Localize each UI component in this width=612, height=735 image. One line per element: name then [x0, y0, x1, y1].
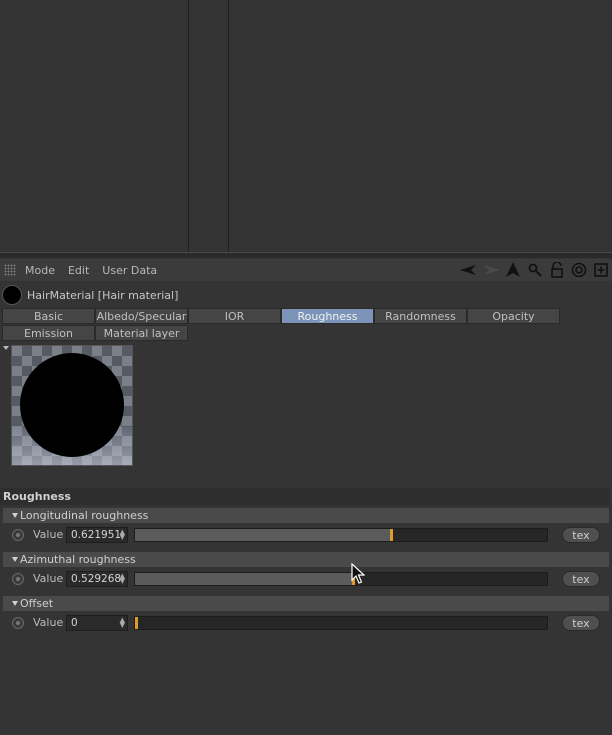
- param-label: Value: [33, 572, 64, 585]
- menu-edit[interactable]: Edit: [68, 264, 89, 277]
- animate-radio-icon[interactable]: [12, 529, 24, 541]
- tab-ior[interactable]: IOR: [188, 308, 281, 324]
- param-row: Value 0.529268 ▲ ▼ tex: [3, 568, 609, 590]
- group-offset[interactable]: Offset: [3, 596, 609, 611]
- value-field[interactable]: 0.529268 ▲ ▼: [66, 571, 128, 587]
- spinner-arrows-icon[interactable]: ▲ ▼: [120, 529, 125, 541]
- spinner-arrows-icon[interactable]: ▲ ▼: [120, 617, 125, 629]
- mouse-cursor-icon: [351, 563, 365, 584]
- tab-basic[interactable]: Basic: [2, 308, 95, 324]
- tex-button[interactable]: tex: [562, 615, 600, 631]
- target-icon[interactable]: [570, 261, 588, 279]
- material-preview[interactable]: [11, 345, 133, 466]
- animate-radio-icon[interactable]: [12, 617, 24, 629]
- section-title: Roughness: [0, 488, 610, 505]
- menu-user-data[interactable]: User Data: [102, 264, 157, 277]
- material-swatch-icon: [2, 285, 22, 305]
- value-field[interactable]: 0.621951 ▲ ▼: [66, 527, 128, 543]
- slider-handle[interactable]: [135, 617, 138, 629]
- value-slider[interactable]: [134, 528, 548, 542]
- group-longitudinal-roughness[interactable]: Longitudinal roughness: [3, 508, 609, 523]
- material-header: HairMaterial [Hair material]: [0, 284, 612, 306]
- new-panel-icon[interactable]: [592, 261, 610, 279]
- lock-icon[interactable]: [548, 261, 566, 279]
- value-text: 0.529268: [71, 573, 122, 585]
- param-row: Value 0 ▲ ▼ tex: [3, 612, 609, 634]
- tab-material-layer[interactable]: Material layer: [95, 325, 188, 341]
- panel-splitter[interactable]: [0, 252, 612, 258]
- expand-triangle-icon: [12, 601, 18, 606]
- search-icon[interactable]: [526, 261, 544, 279]
- preview-collapse-icon[interactable]: [3, 346, 9, 350]
- value-slider[interactable]: [134, 616, 548, 630]
- tab-roughness[interactable]: Roughness: [281, 308, 374, 324]
- group-title: Azimuthal roughness: [20, 553, 136, 566]
- param-row: Value 0.621951 ▲ ▼ tex: [3, 524, 609, 546]
- value-field[interactable]: 0 ▲ ▼: [66, 615, 128, 631]
- menu-mode[interactable]: Mode: [25, 264, 55, 277]
- drag-grip-icon[interactable]: [4, 264, 16, 276]
- tab-emission[interactable]: Emission: [2, 325, 95, 341]
- forward-arrow-icon[interactable]: [482, 261, 500, 279]
- preview-sphere: [20, 353, 124, 457]
- param-label: Value: [33, 528, 64, 541]
- value-text: 0.621951: [71, 529, 122, 541]
- animate-radio-icon[interactable]: [12, 573, 24, 585]
- slider-fill: [135, 529, 392, 541]
- tex-button[interactable]: tex: [562, 571, 600, 587]
- tab-albedo-specular[interactable]: Albedo/Specular: [95, 308, 188, 324]
- slider-fill: [135, 573, 354, 585]
- pane-divider[interactable]: [228, 0, 229, 254]
- pane-divider[interactable]: [188, 0, 189, 254]
- group-azimuthal-roughness[interactable]: Azimuthal roughness: [3, 552, 609, 567]
- value-slider[interactable]: [134, 572, 548, 586]
- expand-triangle-icon: [12, 513, 18, 518]
- menubar-tools: [460, 261, 610, 279]
- up-arrow-icon[interactable]: [504, 261, 522, 279]
- attribute-manager-menubar: Mode Edit User Data: [0, 259, 612, 281]
- tex-button[interactable]: tex: [562, 527, 600, 543]
- group-title: Longitudinal roughness: [20, 509, 149, 522]
- slider-handle[interactable]: [390, 529, 394, 541]
- spinner-arrows-icon[interactable]: ▲ ▼: [120, 573, 125, 585]
- group-title: Offset: [20, 597, 54, 610]
- tab-randomness[interactable]: Randomness: [374, 308, 467, 324]
- tab-opacity[interactable]: Opacity: [467, 308, 560, 324]
- param-label: Value: [33, 616, 64, 629]
- expand-triangle-icon: [12, 557, 18, 562]
- back-arrow-icon[interactable]: [460, 261, 478, 279]
- viewport-area: [0, 0, 612, 254]
- material-title: HairMaterial [Hair material]: [27, 288, 179, 302]
- value-text: 0: [71, 617, 78, 629]
